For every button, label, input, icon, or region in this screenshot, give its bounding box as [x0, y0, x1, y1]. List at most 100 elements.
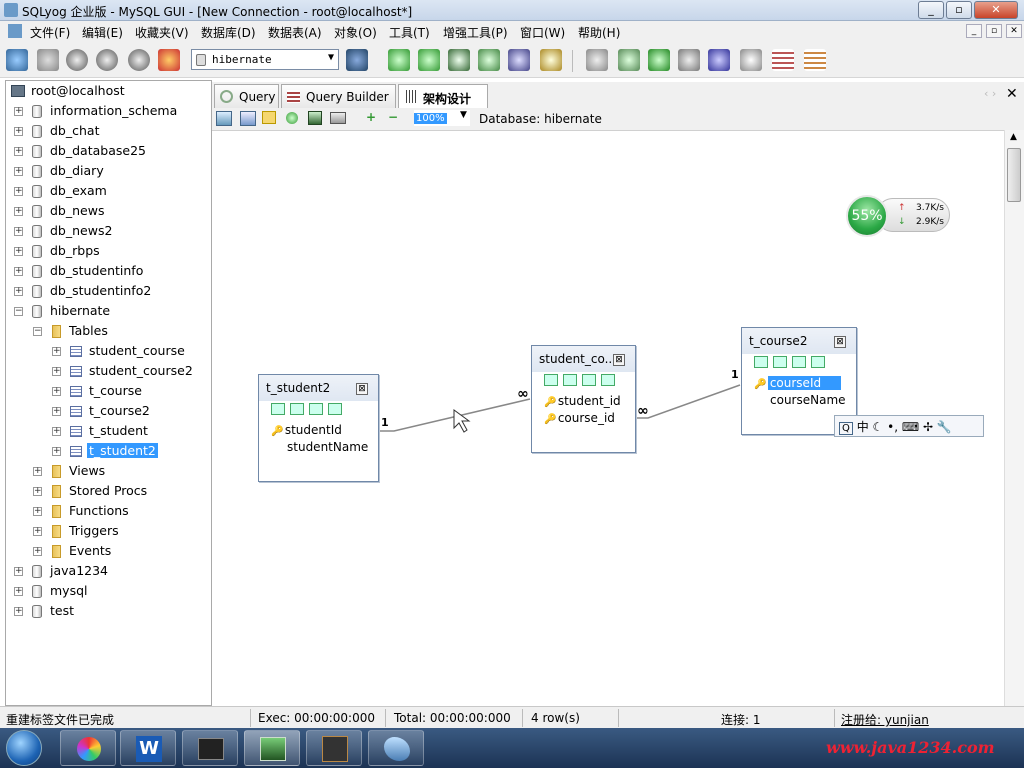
close-icon[interactable]: ⊠	[356, 383, 368, 395]
refresh-icon[interactable]	[158, 49, 180, 71]
expand-icon[interactable]: +	[14, 187, 23, 196]
tab-query-builder[interactable]: Query Builder	[281, 84, 396, 108]
add-field-icon[interactable]	[601, 373, 615, 386]
add-field-icon[interactable]	[811, 355, 825, 368]
collapse-icon[interactable]: −	[14, 307, 23, 316]
menu-file[interactable]: 文件(F)	[30, 24, 70, 41]
expand-icon[interactable]: +	[14, 287, 23, 296]
expand-icon[interactable]: +	[52, 427, 61, 436]
tree-db-db-rbps[interactable]: + db_rbps	[6, 243, 206, 261]
tree-db-java1234[interactable]: + java1234	[6, 563, 206, 581]
monitor-icon[interactable]	[708, 49, 730, 71]
tree-db-db-studentinfo[interactable]: + db_studentinfo	[6, 263, 206, 281]
expand-icon[interactable]: +	[14, 227, 23, 236]
execute-all-icon[interactable]	[96, 49, 118, 71]
wrench-icon[interactable]: 🔧	[937, 420, 952, 434]
taskbar-app-picasa[interactable]	[60, 730, 116, 766]
menu-tools[interactable]: 工具(T)	[389, 24, 430, 41]
tab-schema-designer[interactable]: 架构设计器	[398, 84, 488, 123]
menu-powertools[interactable]: 增强工具(P)	[443, 24, 508, 41]
ime-toolbar[interactable]: Q 中 ☾ •, ⌨ ✢ 🔧	[834, 415, 984, 437]
expand-icon[interactable]: +	[14, 587, 23, 596]
menu-database[interactable]: 数据库(D)	[201, 24, 256, 41]
field-row[interactable]: studentName	[287, 440, 368, 454]
new-connection-icon[interactable]	[37, 49, 59, 71]
expand-icon[interactable]: +	[33, 527, 42, 536]
scheduler-icon[interactable]	[586, 49, 608, 71]
expand-icon[interactable]: +	[14, 147, 23, 156]
menu-object[interactable]: 对象(O)	[334, 24, 377, 41]
table-diagnostics-icon[interactable]	[772, 49, 794, 71]
add-table-icon[interactable]	[216, 111, 232, 126]
collapse-icon[interactable]: −	[33, 327, 42, 336]
field-row[interactable]: 🔑 course_id	[544, 411, 615, 425]
user-manager-icon[interactable]	[346, 49, 368, 71]
taskbar-app-mysql[interactable]	[368, 730, 424, 766]
expand-icon[interactable]: +	[14, 247, 23, 256]
field-row[interactable]: 🔑 student_id	[544, 394, 621, 408]
zoom-in-icon[interactable]: +	[366, 110, 380, 124]
keys-icon[interactable]	[582, 373, 596, 386]
keys-icon[interactable]	[792, 355, 806, 368]
menu-help[interactable]: 帮助(H)	[578, 24, 620, 41]
schema-canvas[interactable]: t_student2 ⊠ 🔑 studentId studentName 1 s…	[212, 130, 1004, 706]
menu-window[interactable]: 窗口(W)	[520, 24, 565, 41]
tree-db-db-news[interactable]: + db_news	[6, 203, 206, 221]
taskbar-app-javaee-ide[interactable]	[306, 730, 362, 766]
expand-icon[interactable]: +	[33, 507, 42, 516]
open-table-icon[interactable]	[240, 111, 256, 126]
tab-close-icon[interactable]: ✕	[1006, 86, 1018, 102]
execute-icon[interactable]	[66, 49, 88, 71]
close-button[interactable]: ✕	[974, 1, 1018, 19]
menu-edit[interactable]: 编辑(E)	[82, 24, 123, 41]
schema-sync-icon[interactable]	[508, 49, 530, 71]
expand-icon[interactable]: +	[52, 367, 61, 376]
print-icon[interactable]	[330, 112, 346, 124]
expand-icon[interactable]: +	[14, 607, 23, 616]
mdi-restore-button[interactable]: ▫	[986, 24, 1002, 38]
open-folder-icon[interactable]	[262, 111, 276, 124]
scroll-thumb[interactable]	[1007, 148, 1021, 202]
maximize-button[interactable]: ▫	[946, 1, 972, 19]
indexes-icon[interactable]	[290, 402, 304, 415]
moon-icon[interactable]: ☾	[873, 420, 884, 434]
mdi-minimize-button[interactable]: _	[966, 24, 982, 38]
menu-table[interactable]: 数据表(A)	[268, 24, 322, 41]
expand-icon[interactable]: +	[33, 487, 42, 496]
mdi-close-button[interactable]: ✕	[1006, 24, 1022, 38]
backup-icon[interactable]	[540, 49, 562, 71]
zoom-select[interactable]: 100% ▼	[414, 110, 470, 126]
zoom-out-icon[interactable]: −	[388, 110, 402, 124]
table-box-t-student2[interactable]: t_student2 ⊠ 🔑 studentId studentName	[258, 374, 379, 482]
close-icon[interactable]: ⊠	[834, 336, 846, 348]
field-row[interactable]: 🔑 studentId	[271, 423, 342, 437]
edit-table-icon[interactable]	[754, 355, 768, 368]
tree-db-db-database25[interactable]: + db_database25	[6, 143, 206, 161]
status-registered-to[interactable]: 注册给: yunjian	[841, 711, 929, 728]
tree-db-db-diary[interactable]: + db_diary	[6, 163, 206, 181]
keyboard-icon[interactable]: ⌨	[902, 420, 919, 434]
tree-db-hibernate[interactable]: − hibernate	[6, 303, 206, 321]
export-icon[interactable]	[478, 49, 500, 71]
settings-icon[interactable]: ✢	[923, 420, 933, 434]
edit-table-icon[interactable]	[271, 402, 285, 415]
tree-db-db-chat[interactable]: + db_chat	[6, 123, 206, 141]
tree-db-db-news2[interactable]: + db_news2	[6, 223, 206, 241]
expand-icon[interactable]: +	[14, 267, 23, 276]
field-row[interactable]: courseName	[770, 393, 846, 407]
scroll-up-icon[interactable]: ▲	[1010, 132, 1017, 142]
tab-scroll-arrows[interactable]: ‹ ›	[984, 87, 996, 100]
close-icon[interactable]: ⊠	[613, 354, 625, 366]
expand-icon[interactable]: +	[52, 447, 61, 456]
expand-icon[interactable]: +	[14, 127, 23, 136]
stop-icon[interactable]	[128, 49, 150, 71]
minimize-button[interactable]: _	[918, 1, 944, 19]
taskbar-app-wps[interactable]: W	[120, 730, 176, 766]
taskbar-app-sqlyog[interactable]	[244, 730, 300, 766]
create-table-icon[interactable]	[418, 49, 440, 71]
ime-mode-icon[interactable]: Q	[839, 422, 853, 435]
tab-query[interactable]: Query	[214, 84, 279, 108]
table-icon[interactable]	[804, 49, 826, 71]
punctuation-icon[interactable]: •,	[887, 420, 898, 434]
table-box-student-course[interactable]: student_co... ⊠ 🔑 student_id 🔑 course_id	[531, 345, 636, 453]
